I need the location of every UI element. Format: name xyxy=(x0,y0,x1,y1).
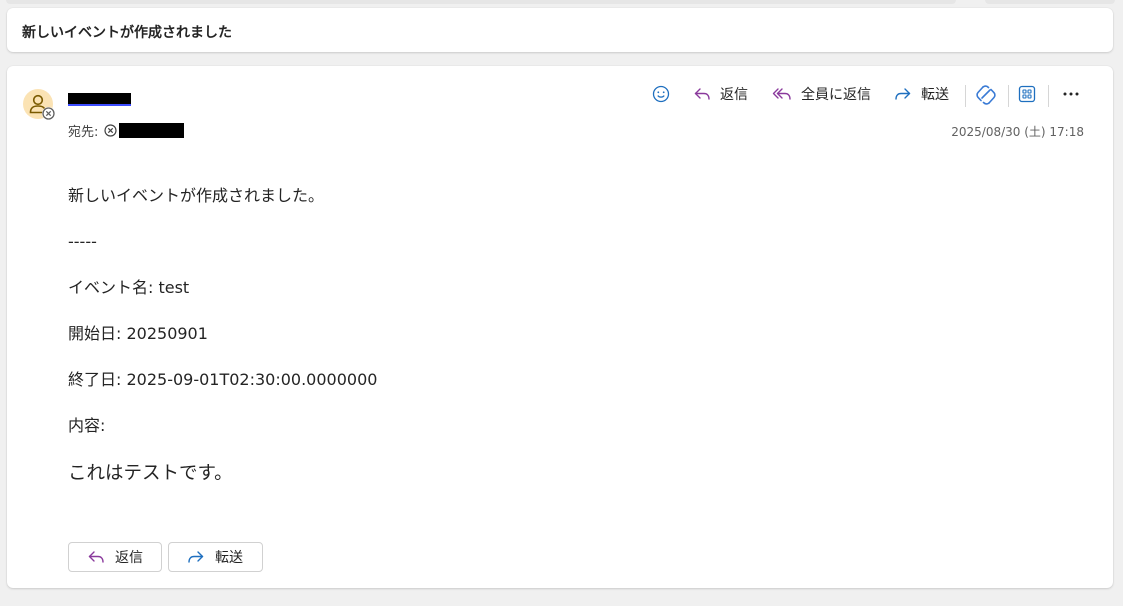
more-actions-button[interactable] xyxy=(1061,85,1081,103)
subject-card: 新しいイベントが作成されました xyxy=(7,8,1113,52)
blocked-status-icon xyxy=(42,107,55,120)
presence-badge xyxy=(42,107,55,120)
bottom-reply-button[interactable]: 返信 xyxy=(68,542,162,572)
reply-arrow-icon xyxy=(694,88,710,100)
body-line: 内容: xyxy=(68,416,106,435)
copilot-button[interactable] xyxy=(975,84,997,106)
recipient-redacted xyxy=(119,123,185,138)
reply-all-button[interactable]: 全員に返信 xyxy=(772,84,871,104)
forward-arrow-icon xyxy=(895,88,911,100)
reply-label: 返信 xyxy=(720,87,748,103)
apps-button[interactable] xyxy=(1018,85,1036,103)
message-card: 宛先: 返信 全員に返信 転送 2025/08/30 (土) 17:18 新しい… xyxy=(7,66,1113,588)
bottom-reply-label: 返信 xyxy=(115,550,143,566)
body-line: 新しいイベントが作成されました。 xyxy=(68,186,325,205)
to-label: 宛先: xyxy=(68,125,99,140)
bottom-forward-label: 転送 xyxy=(215,550,243,566)
top-strip xyxy=(0,0,1123,6)
recipient-remove-icon[interactable] xyxy=(104,124,117,137)
bottom-forward-button[interactable]: 転送 xyxy=(168,542,263,572)
apps-grid-icon xyxy=(1018,85,1036,103)
email-subject: 新しいイベントが作成されました xyxy=(22,25,232,41)
forward-arrow-icon xyxy=(188,551,204,563)
forward-label: 転送 xyxy=(921,87,949,103)
reply-button[interactable]: 返信 xyxy=(693,84,748,104)
toolbar-divider xyxy=(965,85,966,107)
toolbar-divider xyxy=(1008,85,1009,107)
body-line: イベント名: test xyxy=(68,278,190,297)
top-tab-right xyxy=(985,0,1115,4)
recipient-line: 宛先: xyxy=(68,121,185,140)
message-body: 新しいイベントが作成されました。 ----- イベント名: test 開始日: … xyxy=(68,186,968,512)
body-line: ----- xyxy=(68,232,97,251)
smiley-icon xyxy=(652,85,670,103)
top-tab-left xyxy=(6,0,956,4)
copilot-icon xyxy=(976,85,996,105)
body-line: これはテストです。 xyxy=(68,463,233,484)
toolbar-divider xyxy=(1048,85,1049,107)
reply-all-arrow-icon xyxy=(772,88,791,100)
body-line: 開始日: 20250901 xyxy=(68,324,208,343)
body-line: 終了日: 2025-09-01T02:30:00.0000000 xyxy=(68,370,378,389)
sender-name-redacted xyxy=(68,93,131,106)
bottom-action-bar: 返信 転送 xyxy=(68,542,269,572)
message-timestamp: 2025/08/30 (土) 17:18 xyxy=(951,125,1084,139)
more-horizontal-icon xyxy=(1063,92,1079,96)
reply-arrow-icon xyxy=(88,551,104,563)
forward-button[interactable]: 転送 xyxy=(894,84,949,104)
emoji-reaction-button[interactable] xyxy=(652,85,670,103)
reply-all-label: 全員に返信 xyxy=(801,87,871,103)
